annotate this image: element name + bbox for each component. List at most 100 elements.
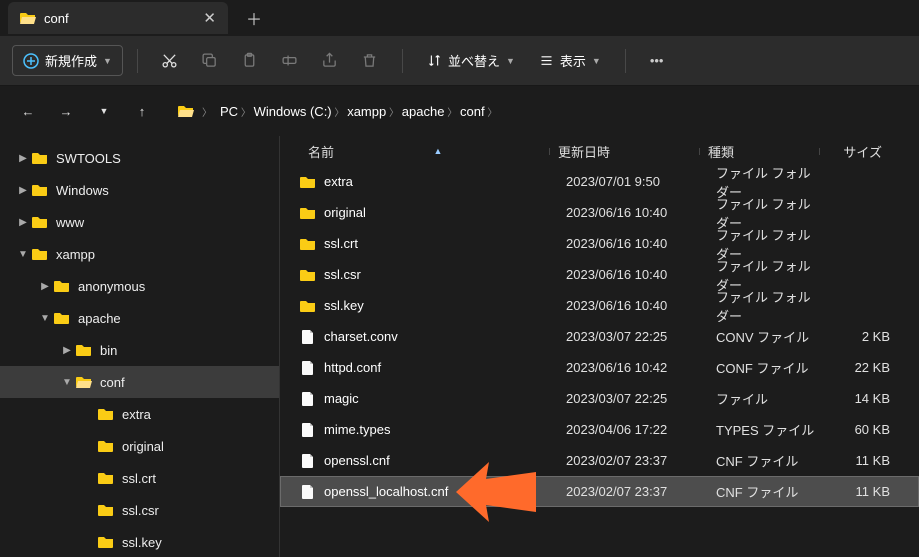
col-date[interactable]: 更新日時 — [550, 142, 700, 161]
tree-item[interactable]: ssl.csr — [0, 494, 279, 526]
tree-item[interactable]: ▼xampp — [0, 238, 279, 270]
chevron-down-icon[interactable]: ▼ — [36, 313, 54, 324]
separator — [137, 49, 138, 73]
file-name: openssl_localhost.cnf — [324, 484, 558, 499]
tree-item[interactable]: ssl.key — [0, 526, 279, 557]
delete-button[interactable] — [352, 43, 388, 79]
rename-button[interactable] — [272, 43, 308, 79]
tree-item[interactable]: extra — [0, 398, 279, 430]
folder-icon — [76, 374, 92, 390]
separator — [625, 49, 626, 73]
breadcrumb-segment[interactable]: PC — [220, 104, 238, 119]
file-size: 11 KB — [828, 453, 898, 468]
col-type[interactable]: 種類 — [700, 142, 820, 161]
tree-item[interactable]: ▶ anonymous — [0, 270, 279, 302]
folder-icon — [20, 10, 36, 26]
folder-icon — [54, 278, 70, 294]
folder-icon — [300, 205, 316, 221]
tree-label: extra — [122, 407, 279, 422]
back-button[interactable]: ← — [12, 95, 44, 127]
list-item[interactable]: mime.types2023/04/06 17:22TYPES ファイル60 K… — [280, 414, 919, 445]
chevron-down-icon[interactable]: ▼ — [14, 249, 32, 260]
col-name[interactable]: 名前▲ — [300, 142, 550, 161]
folder-icon — [178, 103, 194, 119]
view-button[interactable]: 表示 ▼ — [529, 46, 611, 75]
up-button[interactable]: ↑ — [126, 95, 158, 127]
list-item[interactable]: ssl.csr2023/06/16 10:40ファイル フォルダー — [280, 259, 919, 290]
tree-item[interactable]: original — [0, 430, 279, 462]
share-button[interactable] — [312, 43, 348, 79]
chevron-right-icon[interactable]: ▶ — [58, 345, 76, 356]
folder-icon — [32, 214, 48, 230]
tree-item[interactable]: ▼ conf — [0, 366, 279, 398]
column-headers: 名前▲ 更新日時 種類 サイズ — [280, 136, 919, 166]
new-tab-button[interactable]: ＋ — [238, 2, 270, 34]
file-name: ssl.crt — [324, 236, 558, 251]
chevron-down-icon: ▼ — [103, 56, 112, 66]
breadcrumb-segment[interactable]: conf — [460, 104, 485, 119]
tree-label: ssl.csr — [122, 503, 279, 518]
tree-label: anonymous — [78, 279, 279, 294]
list-item[interactable]: openssl.cnf2023/02/07 23:37CNF ファイル11 KB — [280, 445, 919, 476]
plus-circle-icon — [23, 53, 39, 69]
cut-button[interactable] — [152, 43, 188, 79]
list-item[interactable]: extra2023/07/01 9:50ファイル フォルダー — [280, 166, 919, 197]
tree-label: www — [56, 215, 279, 230]
file-name: original — [324, 205, 558, 220]
copy-button[interactable] — [192, 43, 228, 79]
close-icon[interactable]: ✕ — [203, 9, 216, 27]
tree-item[interactable]: ▶ www — [0, 206, 279, 238]
recent-button[interactable]: ▼ — [88, 95, 120, 127]
chevron-right-icon[interactable]: ▶ — [14, 217, 32, 228]
paste-button[interactable] — [232, 43, 268, 79]
file-type: ファイル — [708, 389, 828, 408]
forward-button[interactable]: → — [50, 95, 82, 127]
new-button[interactable]: 新規作成 ▼ — [12, 45, 123, 76]
folder-tree[interactable]: ▶SWTOOLS▶Windows▶www▼xampp▶anonymous▼apa… — [0, 136, 280, 557]
file-name: httpd.conf — [324, 360, 558, 375]
more-button[interactable]: ••• — [640, 48, 674, 73]
folder-icon — [32, 150, 48, 166]
file-date: 2023/04/06 17:22 — [558, 422, 708, 437]
sort-button[interactable]: 並べ替え ▼ — [417, 46, 525, 75]
breadcrumb-segment[interactable]: apache — [402, 104, 445, 119]
file-size: 60 KB — [828, 422, 898, 437]
folder-icon — [98, 534, 114, 550]
chevron-right-icon[interactable]: ▶ — [14, 185, 32, 196]
tree-label: bin — [100, 343, 279, 358]
chevron-right-icon[interactable]: ▶ — [36, 281, 54, 292]
col-size[interactable]: サイズ — [820, 142, 890, 161]
chevron-down-icon: ▼ — [592, 56, 601, 66]
file-size: 14 KB — [828, 391, 898, 406]
file-list: 名前▲ 更新日時 種類 サイズ extra2023/07/01 9:50ファイル… — [280, 136, 919, 557]
tree-item[interactable]: ▼apache — [0, 302, 279, 334]
folder-icon — [300, 174, 316, 190]
file-name: mime.types — [324, 422, 558, 437]
tree-item[interactable]: ▶ bin — [0, 334, 279, 366]
tree-item[interactable]: ▶SWTOOLS — [0, 142, 279, 174]
folder-icon — [98, 502, 114, 518]
tree-label: conf — [100, 375, 279, 390]
file-date: 2023/07/01 9:50 — [558, 174, 708, 189]
file-date: 2023/02/07 23:37 — [558, 484, 708, 499]
file-type: CONF ファイル — [708, 358, 828, 377]
tree-item[interactable]: ssl.crt — [0, 462, 279, 494]
tree-item[interactable]: ▶Windows — [0, 174, 279, 206]
file-date: 2023/02/07 23:37 — [558, 453, 708, 468]
chevron-down-icon[interactable]: ▼ — [58, 377, 76, 388]
list-item[interactable]: openssl_localhost.cnf2023/02/07 23:37CNF… — [280, 476, 919, 507]
list-item[interactable]: original2023/06/16 10:40ファイル フォルダー — [280, 197, 919, 228]
list-item[interactable]: charset.conv2023/03/07 22:25CONV ファイル2 K… — [280, 321, 919, 352]
breadcrumb-segment[interactable]: Windows (C:) — [254, 104, 332, 119]
breadcrumb-segment[interactable]: xampp — [347, 104, 386, 119]
list-item[interactable]: ssl.key2023/06/16 10:40ファイル フォルダー — [280, 290, 919, 321]
chevron-right-icon[interactable]: ▶ — [14, 153, 32, 164]
folder-icon — [54, 310, 70, 326]
tab-conf[interactable]: conf ✕ — [8, 2, 228, 34]
list-item[interactable]: ssl.crt2023/06/16 10:40ファイル フォルダー — [280, 228, 919, 259]
file-size: 22 KB — [828, 360, 898, 375]
list-item[interactable]: httpd.conf2023/06/16 10:42CONF ファイル22 KB — [280, 352, 919, 383]
folder-icon — [300, 267, 316, 283]
list-item[interactable]: magic2023/03/07 22:25ファイル14 KB — [280, 383, 919, 414]
breadcrumb[interactable]: 〉 PC 〉 Windows (C:) 〉 xampp 〉 apache 〉 c… — [178, 103, 497, 119]
